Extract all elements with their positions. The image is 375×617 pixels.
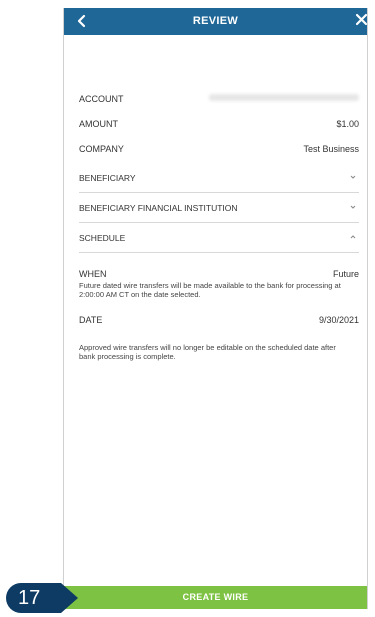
schedule-label: SCHEDULE	[79, 233, 126, 243]
beneficiary-label: BENEFICIARY	[79, 173, 136, 183]
close-icon[interactable]	[353, 11, 371, 29]
account-value-redacted	[209, 94, 359, 101]
step-number: 17	[18, 587, 41, 609]
when-value: Future	[332, 269, 359, 279]
screen: REVIEW ACCOUNT AMOUNT $1.00 COMPANY Test…	[0, 0, 375, 617]
approval-note: Approved wire transfers will no longer b…	[79, 343, 336, 361]
company-value: Test Business	[303, 144, 359, 154]
account-label: ACCOUNT	[79, 94, 124, 104]
review-content: ACCOUNT AMOUNT $1.00 COMPANY Test Busine…	[79, 88, 359, 361]
step-badge: 17	[6, 583, 82, 613]
chevron-down-icon	[350, 205, 356, 209]
when-row: WHEN Future Future dated wire transfers …	[79, 269, 359, 299]
company-label: COMPANY	[79, 144, 124, 154]
beneficiary-section-toggle[interactable]: BENEFICIARY	[79, 163, 359, 193]
amount-label: AMOUNT	[79, 119, 118, 129]
page-title: REVIEW	[192, 15, 239, 27]
when-label: WHEN	[79, 269, 107, 279]
phone-frame: REVIEW ACCOUNT AMOUNT $1.00 COMPANY Test…	[63, 8, 368, 609]
chevron-up-icon	[350, 235, 356, 239]
account-row: ACCOUNT	[79, 88, 359, 113]
institution-label: BENEFICIARY FINANCIAL INSTITUTION	[79, 203, 238, 213]
chevron-down-icon	[350, 175, 356, 179]
amount-row: AMOUNT $1.00	[79, 113, 359, 138]
date-row: DATE 9/30/2021	[79, 313, 359, 333]
institution-section-toggle[interactable]: BENEFICIARY FINANCIAL INSTITUTION	[79, 193, 359, 223]
date-label: DATE	[79, 315, 103, 325]
header-bar: REVIEW	[64, 8, 368, 35]
company-row: COMPANY Test Business	[79, 138, 359, 163]
date-value: 9/30/2021	[318, 315, 359, 325]
when-note: Future dated wire transfers will be made…	[79, 281, 341, 299]
create-wire-button[interactable]: CREATE WIRE	[64, 586, 367, 609]
schedule-section-toggle[interactable]: SCHEDULE	[79, 223, 359, 253]
amount-value: $1.00	[336, 119, 359, 129]
